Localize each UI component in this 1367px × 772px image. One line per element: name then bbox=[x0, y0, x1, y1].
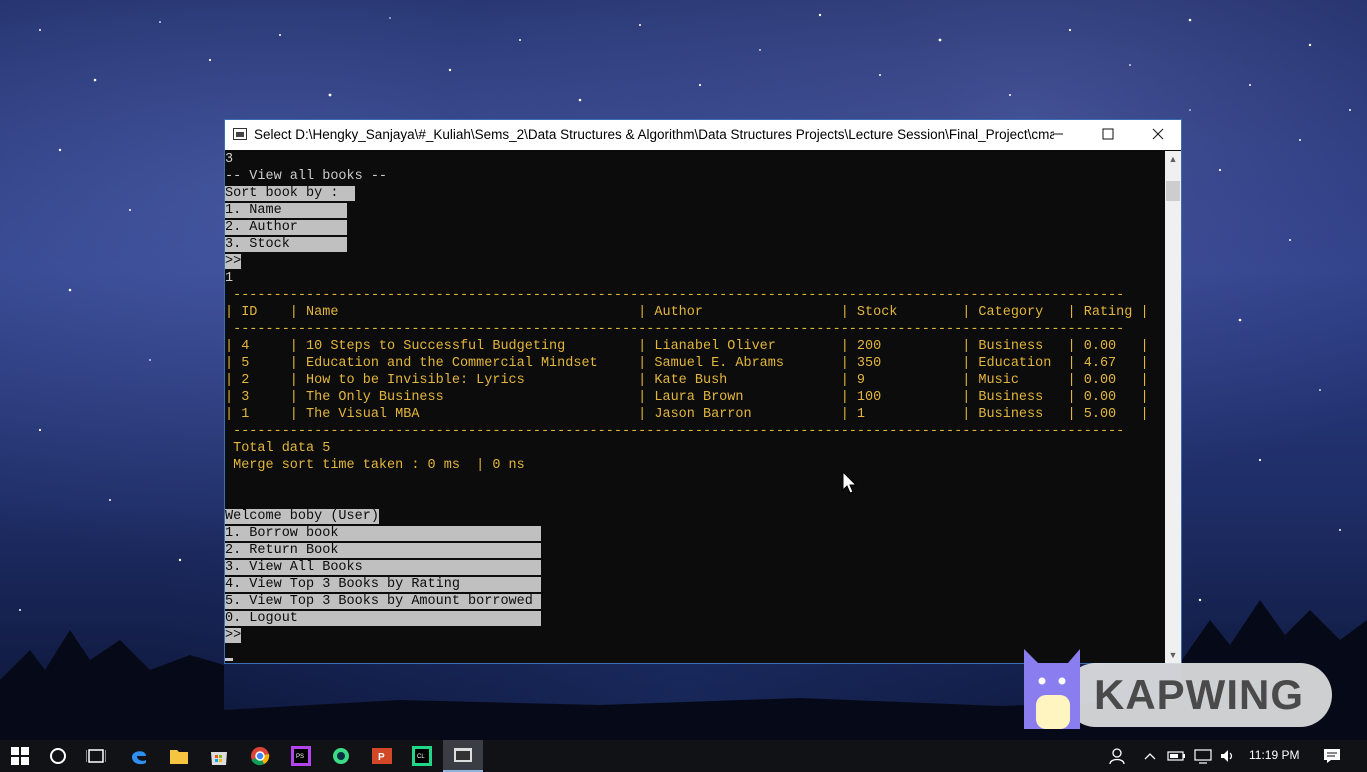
cortana-icon bbox=[50, 748, 66, 764]
battery-icon bbox=[1167, 751, 1185, 761]
clion-icon: CL bbox=[412, 746, 432, 766]
phpstorm-button[interactable]: PS bbox=[281, 740, 321, 772]
input-prompt: >> bbox=[225, 254, 242, 269]
start-button[interactable] bbox=[0, 740, 40, 772]
svg-text:PS: PS bbox=[296, 754, 304, 760]
maximize-button[interactable] bbox=[1083, 120, 1133, 150]
console-taskbar-button[interactable] bbox=[443, 740, 483, 772]
sort-option: 1. Name bbox=[225, 203, 282, 218]
merge-sort-time: Merge sort time taken : 0 ms | 0 ns bbox=[225, 458, 525, 473]
show-hidden-icons-button[interactable] bbox=[1138, 740, 1162, 772]
scroll-up-icon[interactable]: ▲ bbox=[1165, 151, 1181, 167]
people-button[interactable] bbox=[1100, 740, 1136, 772]
console-window[interactable]: Select D:\Hengky_Sanjaya\#_Kuliah\Sems_2… bbox=[224, 119, 1182, 664]
table-row: | 1 | The Visual MBA | Jason Barron | 1 … bbox=[225, 407, 1149, 422]
user-menu-option: 2. Return Book bbox=[225, 543, 339, 558]
console-app-icon bbox=[233, 128, 247, 140]
svg-text:CL: CL bbox=[417, 754, 425, 760]
total-data: Total data 5 bbox=[225, 441, 331, 456]
notification-icon bbox=[1324, 749, 1340, 763]
file-explorer-button[interactable] bbox=[159, 740, 199, 772]
svg-text:P: P bbox=[378, 752, 385, 763]
text-cursor bbox=[225, 658, 233, 661]
watermark-text: KAPWING bbox=[1094, 671, 1304, 718]
chrome-button[interactable] bbox=[240, 740, 280, 772]
volume-icon bbox=[1221, 750, 1233, 762]
window-title: Select D:\Hengky_Sanjaya\#_Kuliah\Sems_2… bbox=[254, 127, 1054, 142]
clock[interactable]: 11:19 PM bbox=[1249, 748, 1299, 762]
kapwing-watermark: KAPWING bbox=[1024, 649, 1334, 729]
console-icon bbox=[454, 748, 472, 762]
user-menu-option: 3. View All Books bbox=[225, 560, 363, 575]
table-row: | 2 | How to be Invisible: Lyrics | Kate… bbox=[225, 373, 1149, 388]
sort-option: 2. Author bbox=[225, 220, 298, 235]
table-rule: ----------------------------------------… bbox=[225, 322, 1125, 337]
action-center-button[interactable] bbox=[1314, 740, 1350, 772]
volume-button[interactable] bbox=[1216, 740, 1240, 772]
table-row: | 4 | 10 Steps to Successful Budgeting |… bbox=[225, 339, 1149, 354]
maximize-icon bbox=[1102, 128, 1114, 140]
mouse-pointer-icon bbox=[842, 471, 858, 494]
android-studio-icon bbox=[333, 748, 349, 764]
taskbar[interactable]: PS P CL 11:19 PM bbox=[0, 740, 1367, 772]
vertical-scrollbar[interactable]: ▲ ▼ bbox=[1165, 151, 1181, 663]
welcome-message: Welcome boby (User) bbox=[225, 509, 379, 524]
task-view-icon bbox=[86, 749, 106, 763]
title-bar[interactable]: Select D:\Hengky_Sanjaya\#_Kuliah\Sems_2… bbox=[225, 120, 1181, 150]
scrollbar-thumb[interactable] bbox=[1166, 181, 1180, 201]
console-output[interactable]: 3 -- View all books -- Sort book by : 1.… bbox=[225, 151, 1165, 663]
chevron-up-icon bbox=[1144, 753, 1156, 760]
task-view-button[interactable] bbox=[76, 740, 116, 772]
edge-button[interactable] bbox=[119, 740, 159, 772]
people-icon bbox=[1109, 748, 1125, 765]
console-line: 3 bbox=[225, 152, 234, 167]
minimize-icon bbox=[1053, 133, 1063, 135]
input-prompt: >> bbox=[225, 628, 242, 643]
cortana-button[interactable] bbox=[38, 740, 78, 772]
user-menu-option: 4. View Top 3 Books by Rating bbox=[225, 577, 460, 592]
close-icon bbox=[1152, 128, 1164, 140]
close-button[interactable] bbox=[1133, 120, 1183, 150]
user-menu-option: 1. Borrow book bbox=[225, 526, 339, 541]
powerpoint-button[interactable]: P bbox=[362, 740, 402, 772]
minimize-button[interactable] bbox=[1033, 120, 1083, 150]
console-line: -- View all books -- bbox=[225, 169, 388, 184]
store-icon bbox=[211, 752, 227, 765]
table-row: | 3 | The Only Business | Laura Brown | … bbox=[225, 390, 1149, 405]
powerpoint-icon: P bbox=[372, 748, 392, 764]
table-header: | ID | Name | Author | Stock | Category … bbox=[225, 305, 1149, 320]
file-explorer-icon bbox=[170, 750, 188, 764]
android-studio-button[interactable] bbox=[321, 740, 361, 772]
store-button[interactable] bbox=[199, 740, 239, 772]
table-rule: ----------------------------------------… bbox=[225, 424, 1125, 439]
kapwing-cat-logo bbox=[1024, 649, 1080, 729]
user-menu-option: 0. Logout bbox=[225, 611, 298, 626]
battery-button[interactable] bbox=[1164, 740, 1190, 772]
user-input: 1 bbox=[225, 271, 234, 286]
chrome-icon bbox=[251, 747, 270, 766]
clion-button[interactable]: CL bbox=[402, 740, 442, 772]
table-row: | 5 | Education and the Commercial Minds… bbox=[225, 356, 1149, 371]
sort-option: 3. Stock bbox=[225, 237, 290, 252]
table-rule: ----------------------------------------… bbox=[225, 288, 1125, 303]
network-button[interactable] bbox=[1190, 740, 1216, 772]
start-icon bbox=[11, 747, 29, 765]
edge-icon bbox=[132, 751, 146, 765]
network-icon bbox=[1194, 749, 1212, 764]
sort-menu-title: Sort book by : bbox=[225, 186, 339, 201]
phpstorm-icon: PS bbox=[291, 746, 311, 766]
user-menu-option: 5. View Top 3 Books by Amount borrowed bbox=[225, 594, 533, 609]
